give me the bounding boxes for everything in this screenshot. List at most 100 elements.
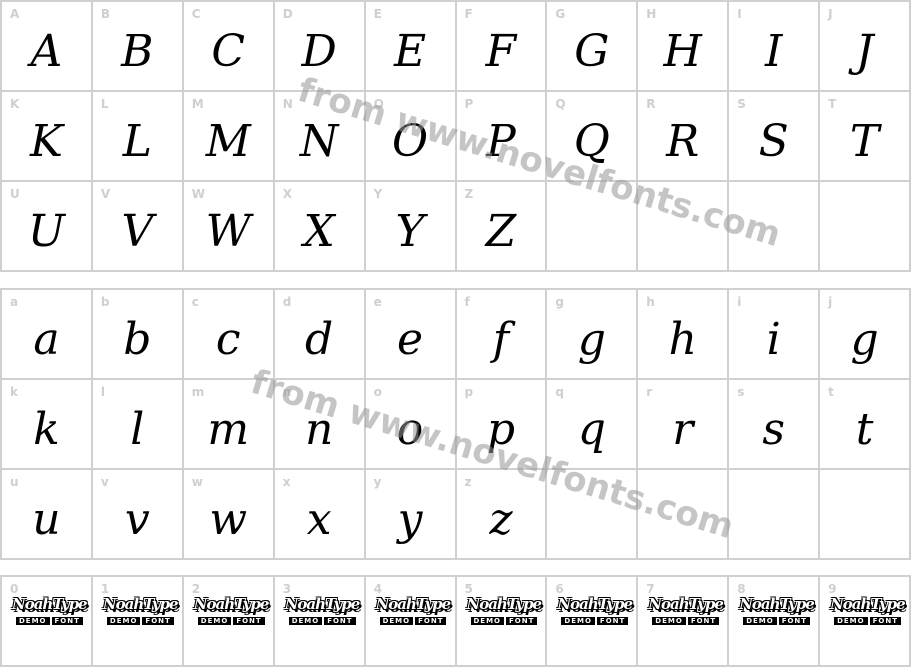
glyph-cell: LL [92,92,184,182]
cell-label: 5 [464,582,473,596]
glyph-sample: r [672,404,694,455]
cell-label: d [282,295,292,309]
cell-label: S [737,97,746,111]
glyph-sample: X [303,206,335,257]
cell-label: B [100,7,111,21]
demo-tag: DEMO FONT [197,617,269,625]
digit-cell: 4 NoahType DEMO FONT [365,577,457,667]
demo-tag-2: FONT [778,617,811,625]
glyph-sample: C [211,26,246,77]
glyph-cell: qq [547,380,639,470]
glyph-cell: NN [274,92,366,182]
demo-glyph: NoahType DEMO FONT [376,595,451,625]
glyph-sample: l [130,404,145,455]
demo-tag: DEMO FONT [834,617,905,625]
cell-label: k [10,385,18,399]
glyph-sample: n [304,404,334,455]
glyph-cell: SS [729,92,821,182]
glyph-sample: M [205,116,251,167]
glyph-sample: Q [573,116,610,167]
glyph-sample: B [121,26,154,77]
cell-label: e [373,295,382,309]
glyph-cell [729,470,821,560]
cell-label: Q [555,97,566,111]
demo-tag: DEMO FONT [470,617,542,625]
cell-label: b [100,295,110,309]
cell-label: N [282,97,293,111]
cell-label: i [737,295,742,309]
glyph-cell [729,182,821,272]
glyph-sample: Y [395,206,425,257]
glyph-cell: hh [638,290,730,380]
glyph-cell: kk [2,380,93,470]
demo-logo: NoahType [12,595,88,613]
demo-glyph: NoahType DEMO FONT [557,595,633,625]
cell-label: z [464,475,472,489]
demo-tag: DEMO FONT [561,617,632,625]
glyph-cell: ff [456,290,548,380]
glyph-cell [638,182,730,272]
demo-logo: NoahType [102,595,179,613]
glyph-cell: II [729,2,821,92]
lowercase-grid: aabbccddeeffgghhiijgkkllmmnnooppqqrrsstt… [0,288,911,560]
demo-tag-1: DEMO [561,617,595,625]
glyph-cell: rr [638,380,730,470]
glyph-sample: A [30,26,63,77]
cell-label: D [282,7,293,21]
glyph-cell: aa [2,290,93,380]
glyph-sample: U [27,206,65,257]
demo-tag-2: FONT [506,617,538,625]
demo-tag-2: FONT [324,617,356,625]
demo-tag-1: DEMO [379,617,414,625]
cell-label: Z [464,187,474,201]
demo-tag-2: FONT [51,617,83,625]
demo-tag-2: FONT [233,617,265,625]
glyph-cell [820,182,911,272]
cell-label: j [828,295,833,309]
glyph-sample: V [121,206,154,257]
demo-logo: NoahType [739,595,815,613]
glyph-cell: bb [92,290,184,380]
digit-cell: 8 NoahType DEMO FONT [729,577,821,667]
glyph-sample: I [764,26,783,77]
cell-label: J [828,7,833,21]
cell-label: T [828,97,837,111]
demo-glyph: NoahType DEMO FONT [830,595,906,625]
demo-tag-2: FONT [415,617,447,625]
demo-tag: DEMO FONT [743,617,814,625]
glyph-sample: W [205,206,251,257]
glyph-cell [547,470,639,560]
glyph-cell: OO [365,92,457,182]
cell-label: r [646,385,653,399]
cell-label: E [373,7,382,21]
glyph-cell: uu [2,470,93,560]
digit-cell: 9 NoahType DEMO FONT [820,577,911,667]
glyph-sample: D [301,26,337,77]
cell-label: l [100,385,106,399]
cell-label: u [10,475,19,489]
cell-label: 9 [828,582,837,596]
cell-label: o [373,385,382,399]
glyph-cell: PP [456,92,548,182]
glyph-sample: s [762,404,785,455]
cell-label: n [282,385,292,399]
glyph-cell: ww [183,470,275,560]
demo-tag-2: FONT [596,617,629,625]
glyph-cell: yy [365,470,457,560]
demo-logo: NoahType [375,595,452,613]
glyph-cell: jg [820,290,911,380]
glyph-sample: S [758,116,789,167]
demo-tag-1: DEMO [652,617,686,625]
digit-cell: 0 NoahType DEMO FONT [2,577,93,667]
glyph-cell: ll [92,380,184,470]
glyph-cell: vv [92,470,184,560]
glyph-cell: dd [274,290,366,380]
glyph-cell: pp [456,380,548,470]
cell-label: L [100,97,109,111]
demo-glyph: NoahType DEMO FONT [739,595,815,625]
cell-label: g [555,295,564,309]
demo-logo: NoahType [284,595,361,613]
cell-label: m [191,385,205,399]
demo-tag: DEMO FONT [16,617,87,625]
glyph-sample: K [30,116,63,167]
